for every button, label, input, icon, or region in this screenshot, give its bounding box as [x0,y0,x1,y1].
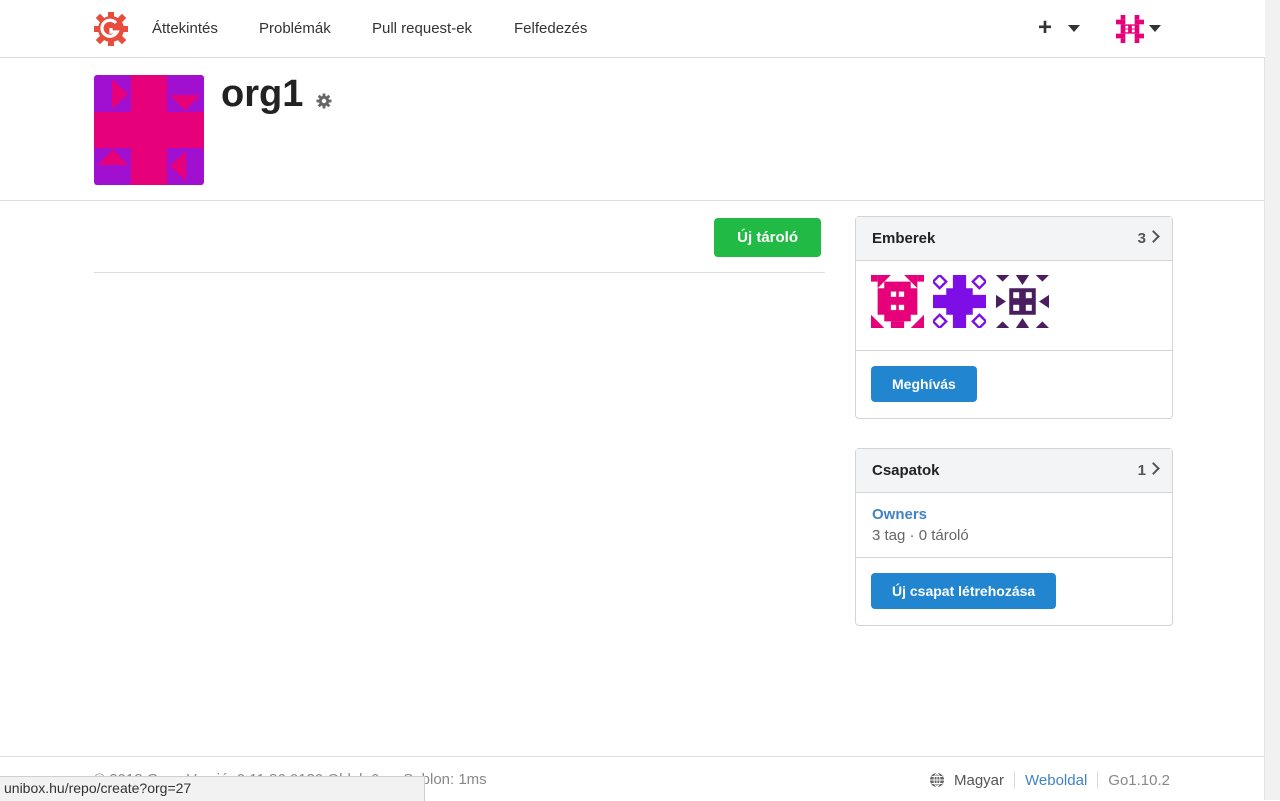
invite-button[interactable]: Meghívás [871,366,977,402]
gogs-logo-icon[interactable] [94,12,128,46]
teams-count: 1 [1137,462,1146,479]
member-avatar[interactable] [871,275,924,328]
user-dropdown-caret-icon[interactable] [1149,25,1161,32]
globe-icon [929,772,944,788]
team-meta: 3 tag · 0 tároló [872,527,969,544]
people-card-header[interactable]: Emberek 3 [856,217,1172,261]
nav-explore[interactable]: Felfedezés [514,20,587,37]
chevron-right-icon[interactable] [1147,462,1160,475]
go-version: Go1.10.2 [1108,771,1170,789]
new-repo-button[interactable]: Új tároló [714,218,821,257]
status-bar-url: unibox.hu/repo/create?org=27 [0,776,425,801]
footer-links: Magyar Weboldal Go1.10.2 [929,771,1170,789]
people-card: Emberek 3 Meghívás [855,216,1173,419]
chevron-right-icon[interactable] [1147,230,1160,243]
member-avatar[interactable] [996,275,1049,328]
people-card-footer: Meghívás [856,351,1172,417]
nav-pull-requests[interactable]: Pull request-ek [372,20,472,37]
team-link-owners[interactable]: Owners [872,506,927,523]
org-name: org1 [221,73,304,115]
settings-gear-icon[interactable] [316,93,332,109]
user-avatar[interactable] [1116,15,1144,43]
teams-card-footer: Új csapat létrehozása [856,558,1172,624]
teams-title: Csapatok [872,462,940,479]
team-item: Owners 3 tag · 0 tároló [856,493,1172,558]
footer-divider [1014,771,1016,789]
teams-card-header[interactable]: Csapatok 1 [856,449,1172,493]
top-navbar: Áttekintés Problémák Pull request-ek Fel… [0,0,1265,58]
member-avatar[interactable] [933,275,986,328]
member-avatars [856,261,1172,351]
create-dropdown-caret-icon[interactable] [1068,25,1080,32]
people-count: 3 [1137,230,1146,247]
nav-dashboard[interactable]: Áttekintés [152,20,218,37]
teams-card: Csapatok 1 Owners 3 tag · 0 tároló Új cs… [855,448,1173,626]
repo-list-toolbar: Új tároló [94,218,825,273]
page-scrollbar[interactable] [1264,0,1280,800]
website-link[interactable]: Weboldal [1025,772,1087,789]
people-title: Emberek [872,230,936,247]
org-header: org1 [0,58,1265,201]
language-selector[interactable]: Magyar [954,772,1004,789]
footer-divider [1097,771,1099,789]
create-team-button[interactable]: Új csapat létrehozása [871,573,1057,609]
org-avatar [94,75,204,185]
nav-issues[interactable]: Problémák [259,20,331,37]
create-new-plus-icon[interactable]: + [1038,15,1052,41]
